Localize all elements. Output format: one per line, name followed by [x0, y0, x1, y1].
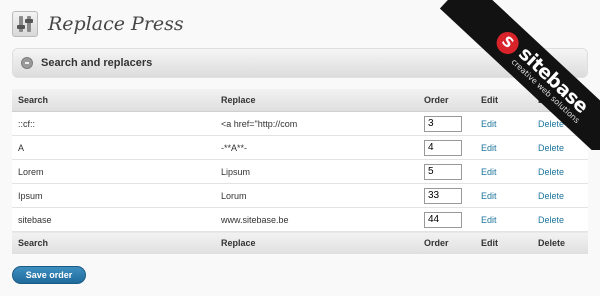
- collapse-icon[interactable]: [21, 57, 33, 69]
- order-input[interactable]: [424, 139, 462, 156]
- search-cell: Ipsum: [12, 183, 215, 208]
- edit-link[interactable]: Edit: [481, 143, 497, 153]
- edit-cell: Edit: [475, 183, 532, 208]
- order-input[interactable]: [424, 163, 462, 180]
- table-header-row: Search Replace Order Edit Delete: [12, 89, 588, 112]
- save-order-button[interactable]: Save order: [12, 266, 86, 284]
- column-header-search: Search: [12, 89, 215, 112]
- delete-link[interactable]: Delete: [538, 215, 564, 225]
- delete-cell: Delete: [532, 207, 588, 232]
- search-cell: sitebase: [12, 207, 215, 232]
- table-row: Ipsum Lorum Edit Delete: [12, 183, 588, 208]
- order-input[interactable]: [424, 187, 462, 204]
- column-header-order: Order: [418, 89, 475, 112]
- search-cell: ::cf::: [12, 111, 215, 136]
- table-footer-row: Search Replace Order Edit Delete: [12, 231, 588, 254]
- column-footer-delete: Delete: [532, 231, 588, 254]
- edit-link[interactable]: Edit: [481, 191, 497, 201]
- column-footer-search: Search: [12, 231, 215, 254]
- order-input[interactable]: [424, 115, 462, 132]
- delete-link[interactable]: Delete: [538, 191, 564, 201]
- delete-cell: Delete: [532, 159, 588, 184]
- box-title: Search and replacers: [41, 57, 153, 69]
- equalizer-icon: [12, 11, 38, 37]
- search-replacers-box-header[interactable]: Search and replacers: [12, 48, 588, 78]
- table-row: sitebase www.sitebase.be Edit Delete: [12, 207, 588, 232]
- replace-cell: -**A**-: [215, 135, 418, 160]
- replace-cell: Lipsum: [215, 159, 418, 184]
- page-title: Replace Press: [48, 13, 184, 35]
- edit-cell: Edit: [475, 159, 532, 184]
- replace-cell: www.sitebase.be: [215, 207, 418, 232]
- order-input[interactable]: [424, 211, 462, 228]
- search-cell: A: [12, 135, 215, 160]
- order-cell: [418, 159, 475, 184]
- replace-cell: Lorum: [215, 183, 418, 208]
- table-row: Lorem Lipsum Edit Delete: [12, 159, 588, 184]
- search-cell: Lorem: [12, 159, 215, 184]
- table-row: ::cf:: <a href="http://com Edit Delete: [12, 111, 588, 136]
- column-header-edit: Edit: [475, 89, 532, 112]
- delete-link[interactable]: Delete: [538, 119, 564, 129]
- delete-link[interactable]: Delete: [538, 167, 564, 177]
- delete-link[interactable]: Delete: [538, 143, 564, 153]
- table-row: A -**A**- Edit Delete: [12, 135, 588, 160]
- column-header-delete: Delete: [532, 89, 588, 112]
- edit-cell: Edit: [475, 111, 532, 136]
- column-footer-replace: Replace: [215, 231, 418, 254]
- order-cell: [418, 135, 475, 160]
- delete-cell: Delete: [532, 111, 588, 136]
- order-cell: [418, 111, 475, 136]
- delete-cell: Delete: [532, 135, 588, 160]
- order-cell: [418, 183, 475, 208]
- column-header-replace: Replace: [215, 89, 418, 112]
- replace-cell: <a href="http://com: [215, 111, 418, 136]
- page-header: Replace Press: [12, 8, 184, 40]
- edit-link[interactable]: Edit: [481, 215, 497, 225]
- edit-link[interactable]: Edit: [481, 119, 497, 129]
- edit-link[interactable]: Edit: [481, 167, 497, 177]
- column-footer-order: Order: [418, 231, 475, 254]
- edit-cell: Edit: [475, 207, 532, 232]
- delete-cell: Delete: [532, 183, 588, 208]
- replacers-table: Search Replace Order Edit Delete ::cf:: …: [12, 89, 588, 254]
- edit-cell: Edit: [475, 135, 532, 160]
- order-cell: [418, 207, 475, 232]
- column-footer-edit: Edit: [475, 231, 532, 254]
